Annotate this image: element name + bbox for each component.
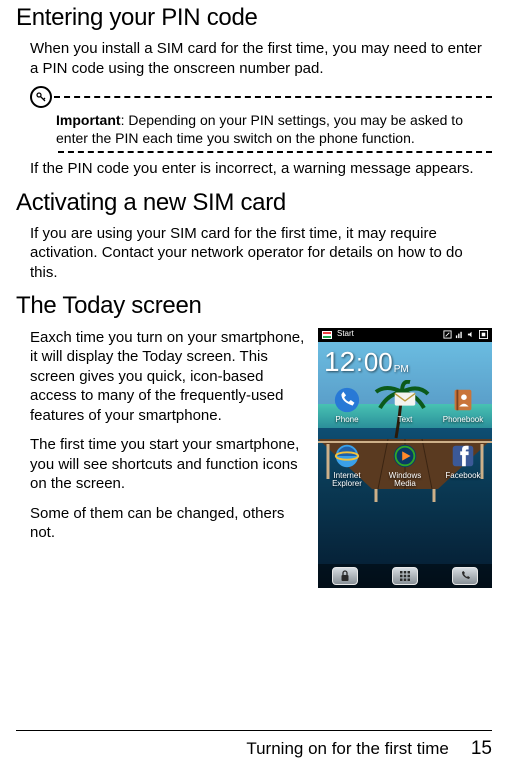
apps-grid-icon [399,570,411,582]
phone-bottom-bar [318,564,492,588]
apps-button[interactable] [392,567,418,585]
ie-app-label-2: Explorer [321,480,373,488]
heading-today-screen: The Today screen [16,290,492,321]
pin-body-text: When you install a SIM card for the firs… [16,39,492,78]
start-flag-icon [322,331,332,339]
phonebook-app[interactable]: Phonebook [437,386,489,424]
clock-separator: : [356,348,363,379]
phone-app-icon [333,386,361,414]
today-p3: Some of them can be changed, others not. [30,504,306,543]
dialer-button[interactable] [452,567,478,585]
pin-warning-text: If the PIN code you enter is incorrect, … [16,159,492,179]
phone-status-bar: Start [318,328,492,342]
important-note-block: Important: Depending on your PIN setting… [30,86,492,153]
phonebook-app-label: Phonebook [437,416,489,424]
phone-icon [459,570,471,582]
wmp-app-icon [391,442,419,470]
key-icon [30,86,52,108]
phone-clock: 12 : 00 PM [318,342,492,380]
clock-hours: 12 [324,348,355,376]
lock-icon [339,570,351,582]
ie-app[interactable]: Internet Explorer [321,442,373,489]
status-close-icon [479,330,488,339]
wmp-app[interactable]: Windows Media [379,442,431,489]
clock-ampm: PM [394,363,409,379]
dashed-divider-bottom [58,151,492,153]
lock-button[interactable] [332,567,358,585]
facebook-app-icon [449,442,477,470]
today-p1: Eaxch time you turn on your smartphone, … [30,328,306,426]
heading-entering-pin: Entering your PIN code [16,2,492,33]
footer-page-number: 15 [471,737,492,762]
status-edit-icon [443,330,452,339]
clock-minutes: 00 [364,346,393,380]
facebook-app-label: Facebook [437,472,489,480]
text-app[interactable]: Text [379,386,431,424]
phone-app-row-1: Phone Text Phonebook [318,386,492,424]
important-label: Important [56,112,121,128]
text-app-icon [391,386,419,414]
facebook-app[interactable]: Facebook [437,442,489,480]
phonebook-app-icon [449,386,477,414]
status-volume-icon [467,330,476,339]
footer-rule [16,730,492,731]
status-start-label: Start [337,329,354,339]
today-p2: The first time you start your smartphone… [30,435,306,494]
phone-app-label: Phone [321,416,373,424]
activate-body-text: If you are using your SIM card for the f… [16,224,492,283]
status-signal-icon [455,330,464,339]
text-app-label: Text [379,416,431,424]
wmp-app-label-2: Media [379,480,431,488]
phone-app-row-2: Internet Explorer Windows Media Facebook [318,442,492,489]
important-note-text: Important: Depending on your PIN setting… [30,108,492,151]
dashed-divider-top [54,96,492,98]
ie-app-icon [333,442,361,470]
heading-activating-sim: Activating a new SIM card [16,187,492,218]
footer-chapter-title: Turning on for the first time [246,738,449,760]
today-screen-phone-image: Start 12 : 00 PM [318,328,492,588]
page-footer: Turning on for the first time 15 [16,730,492,762]
phone-app[interactable]: Phone [321,386,373,424]
